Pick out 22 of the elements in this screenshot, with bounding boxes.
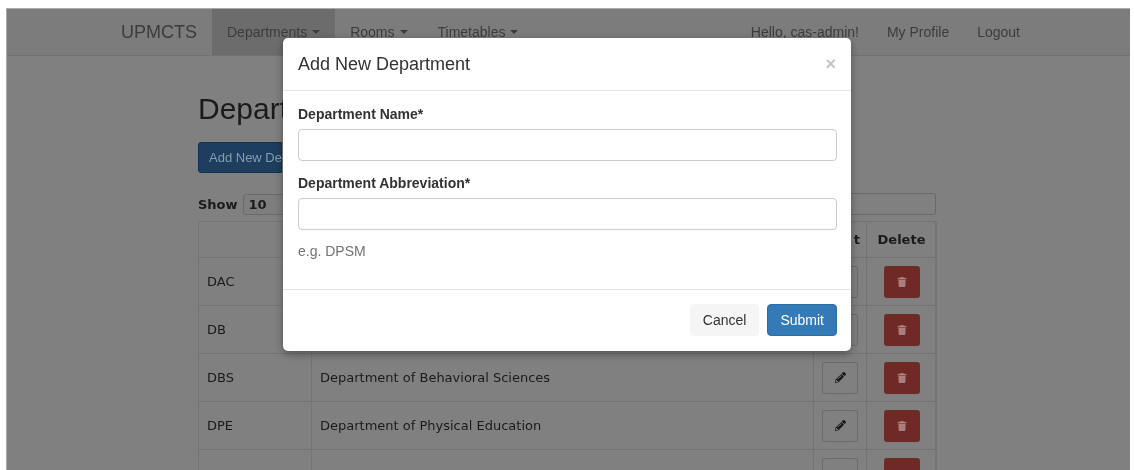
- column-header: Delete: [877, 232, 926, 247]
- show-label: Show: [198, 196, 238, 212]
- table-cell: DAC: [207, 274, 235, 289]
- nav-link[interactable]: My Profile: [872, 9, 964, 55]
- close-button[interactable]: ×: [825, 53, 836, 75]
- brand-name[interactable]: UPMCTS: [106, 9, 212, 55]
- add-department-button[interactable]: Add New De: [198, 142, 282, 173]
- field-label: Department Abbreviation*: [298, 175, 472, 191]
- table-cell: DPE: [207, 418, 234, 433]
- modal-title: Add New Department: [298, 53, 471, 75]
- table-cell: DB: [207, 322, 226, 337]
- table-cell: DBS: [207, 370, 234, 385]
- nav-menu[interactable]: Rooms: [335, 9, 423, 55]
- cancel-button[interactable]: Cancel: [689, 304, 760, 336]
- nav-link[interactable]: Logout: [963, 9, 1034, 55]
- submit-button[interactable]: Submit: [767, 304, 837, 336]
- field-label: Department Name*: [298, 106, 425, 122]
- nav-menu[interactable]: Timetables: [422, 9, 534, 55]
- table-cell: Department of Physical Education: [320, 418, 542, 433]
- help-text: e.g. DPSM: [298, 243, 367, 259]
- column-header: t: [853, 232, 860, 247]
- table-cell: Department of Behavioral Sciences: [320, 370, 551, 385]
